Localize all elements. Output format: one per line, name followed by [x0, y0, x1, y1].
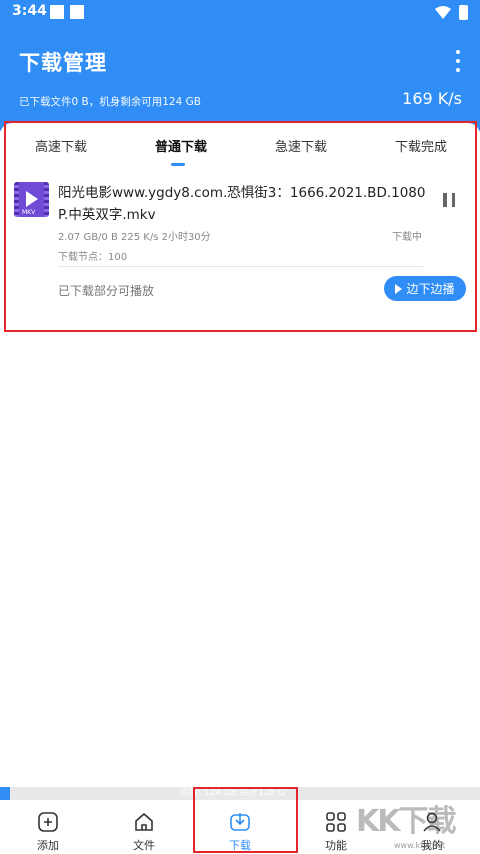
download-speed: 169 K/s — [402, 89, 462, 108]
storage-info: 已下载文件0 B，机身剩余可用124 GB — [19, 96, 201, 108]
nav-highlight-annotation — [193, 787, 298, 853]
status-time: 3:44 — [12, 3, 47, 19]
page-title: 下载管理 — [19, 51, 107, 75]
wifi-icon — [435, 5, 451, 19]
nav-add[interactable]: 添加 — [0, 800, 96, 854]
nav-files[interactable]: 文件 — [96, 800, 192, 854]
notification-icon — [50, 5, 64, 19]
status-bar: 3:44 — [0, 0, 480, 26]
notification-icon — [70, 5, 84, 19]
home-icon — [135, 813, 153, 831]
nav-files-label: 文件 — [133, 839, 155, 852]
storage-bar-fill — [0, 787, 10, 800]
app-header: 3:44 下载管理 已下载文件0 B，机身剩余可用124 GB 169 K/s — [0, 0, 480, 131]
add-icon — [38, 812, 58, 832]
more-options-icon[interactable] — [454, 50, 462, 72]
grid-icon — [326, 812, 346, 832]
watermark-logo: KK下载 — [356, 804, 456, 839]
highlight-annotation — [4, 121, 477, 332]
battery-icon — [459, 5, 468, 20]
nav-add-label: 添加 — [37, 839, 59, 852]
watermark-url: www.kkx.net — [394, 841, 446, 850]
